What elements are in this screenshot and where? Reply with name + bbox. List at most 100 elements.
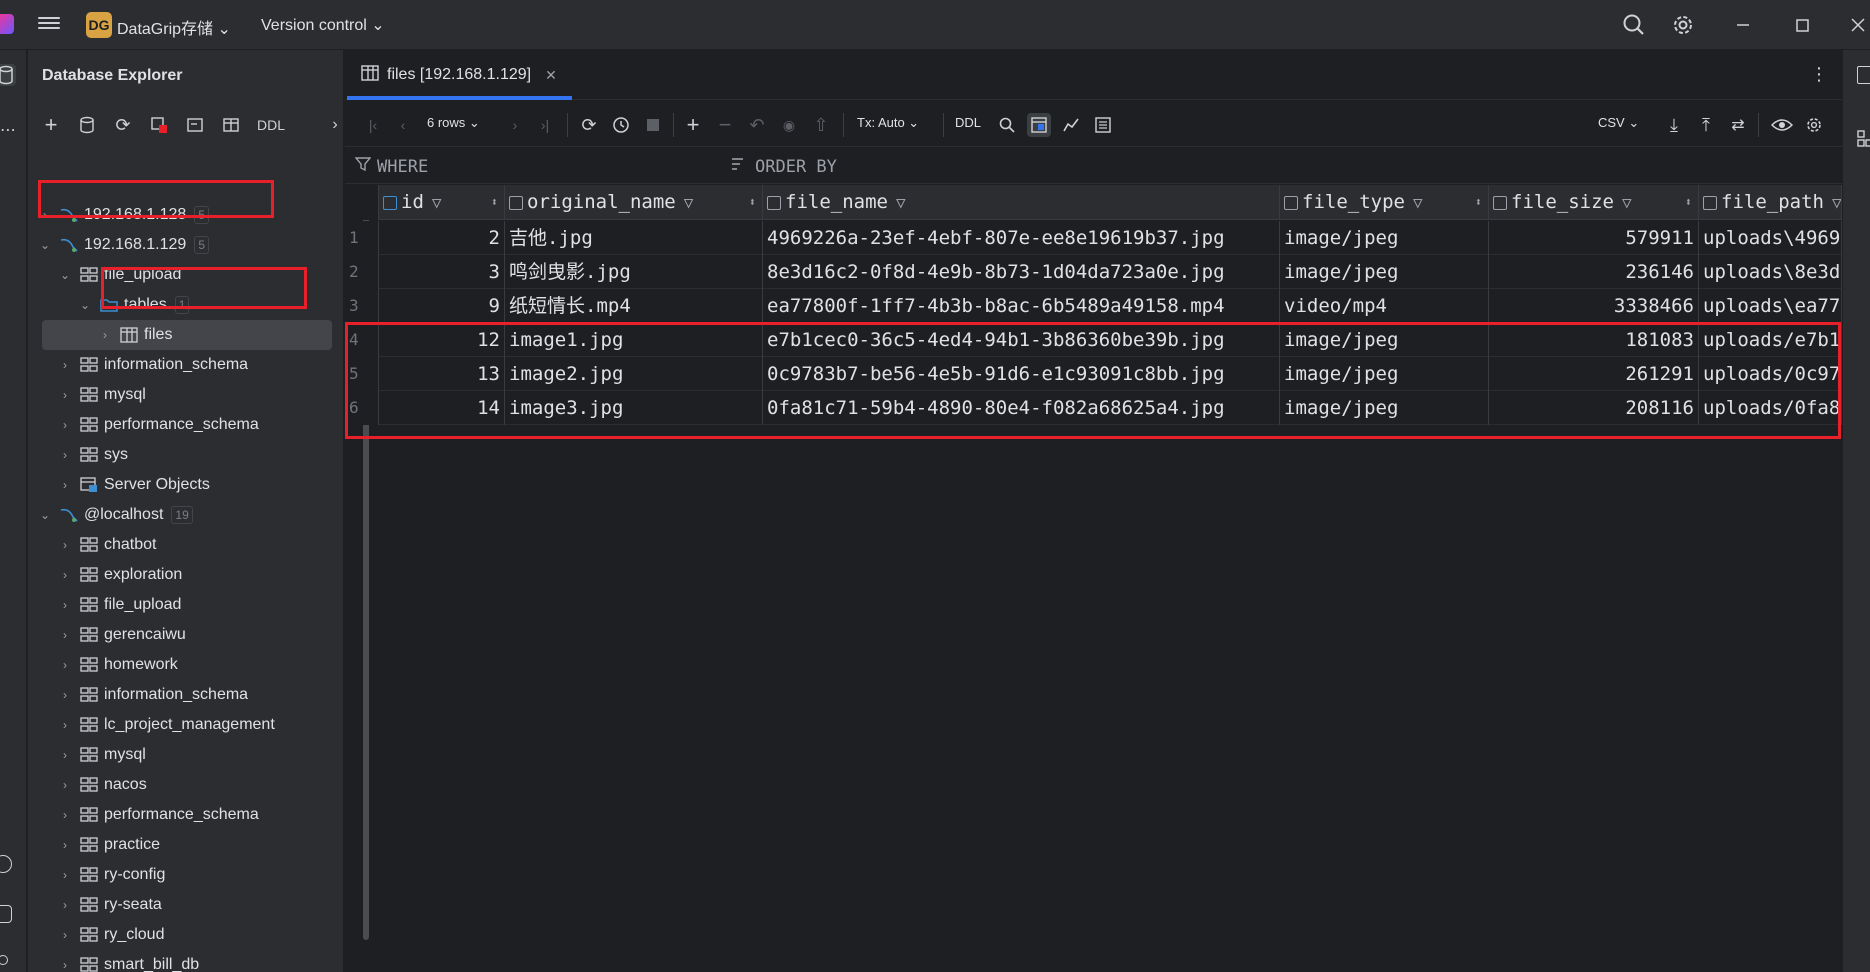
delete-row-icon[interactable]: −: [713, 112, 737, 137]
column-filter-icon[interactable]: ▽: [432, 193, 442, 212]
tree-item[interactable]: › performance_schema: [28, 410, 344, 440]
maximize-icon[interactable]: [1789, 12, 1815, 38]
tab-files[interactable]: files [192.168.1.129] ✕: [347, 50, 572, 100]
structure-icon[interactable]: [1857, 130, 1870, 148]
tree-item[interactable]: › ry-config: [28, 860, 344, 890]
ddl-button[interactable]: DDL: [254, 112, 288, 138]
table-cell-file_type[interactable]: image/jpeg: [1280, 323, 1489, 357]
project-switcher[interactable]: DataGrip存储 ⌄: [117, 15, 231, 39]
table-cell-original_name[interactable]: image3.jpg: [505, 391, 763, 425]
tree-item[interactable]: › chatbot: [28, 530, 344, 560]
table-cell-file_type[interactable]: image/jpeg: [1280, 391, 1489, 425]
table-cell-id[interactable]: 13: [379, 357, 505, 391]
tree-item[interactable]: › information_schema: [28, 350, 344, 380]
stop-icon[interactable]: [641, 113, 665, 137]
import-icon[interactable]: ⤒: [1694, 113, 1718, 137]
export-format-dropdown[interactable]: CSV ⌄: [1598, 115, 1639, 131]
tree-item[interactable]: › gerencaiwu: [28, 620, 344, 650]
tree-item[interactable]: › nacos: [28, 770, 344, 800]
chevron-right-icon[interactable]: ›: [58, 748, 72, 762]
table-editor-icon[interactable]: [218, 112, 244, 138]
column-filter-icon[interactable]: ▽: [1413, 193, 1423, 212]
close-icon[interactable]: [1845, 12, 1870, 38]
tree-item[interactable]: › information_schema: [28, 680, 344, 710]
chevron-right-icon[interactable]: ›: [58, 808, 72, 822]
tree-item[interactable]: › 192.168.1.128 5: [28, 200, 344, 230]
sort-icon[interactable]: ⬍: [1685, 185, 1692, 220]
table-cell-file_name[interactable]: 0fa81c71-59b4-4890-80e4-f082a68625a4.jpg: [763, 391, 1280, 425]
table-row[interactable]: 3 9 纸短情长.mp4 ea77800f-1ff7-4b3b-b8ac-6b5489…: [345, 289, 1842, 323]
chevron-down-icon[interactable]: ⌄: [38, 238, 52, 252]
revert-icon[interactable]: ↶: [745, 113, 769, 137]
tree-item[interactable]: › files: [42, 320, 332, 350]
table-cell-file_path[interactable]: uploads/0c97: [1699, 357, 1842, 391]
chevron-right-icon[interactable]: ›: [58, 958, 72, 972]
column-filter-icon[interactable]: ▽: [896, 193, 906, 212]
reload-icon[interactable]: ⟳: [577, 113, 601, 137]
more-tools-icon[interactable]: ⋯: [0, 120, 16, 140]
services-icon[interactable]: [0, 905, 12, 923]
preview-changes-icon[interactable]: ◉: [777, 113, 801, 137]
table-cell-file_size[interactable]: 579911: [1489, 221, 1699, 255]
export-icon[interactable]: ⤓: [1662, 113, 1686, 137]
column-header[interactable]: file_size ▽ ⬍: [1489, 185, 1699, 220]
view-options-icon[interactable]: [1770, 113, 1794, 137]
tree-item[interactable]: › sys: [28, 440, 344, 470]
table-cell-file_size[interactable]: 261291: [1489, 357, 1699, 391]
table-row[interactable]: 6 14 image3.jpg 0fa81c71-59b4-4890-80e4-f08…: [345, 391, 1842, 425]
table-cell-file_name[interactable]: e7b1cec0-36c5-4ed4-94b1-3b86360be39b.jpg: [763, 323, 1280, 357]
row-number[interactable]: 6: [345, 391, 379, 425]
git-icon[interactable]: [0, 955, 8, 965]
table-cell-file_path[interactable]: uploads\8e3d: [1699, 255, 1842, 289]
column-filter-icon[interactable]: ▽: [1832, 193, 1841, 212]
table-cell-file_type[interactable]: image/jpeg: [1280, 221, 1489, 255]
table-cell-id[interactable]: 2: [379, 221, 505, 255]
table-cell-file_name[interactable]: ea77800f-1ff7-4b3b-b8ac-6b5489a49158.mp4: [763, 289, 1280, 323]
chevron-down-icon[interactable]: ⌄: [78, 298, 92, 312]
data-source-properties-icon[interactable]: [74, 112, 100, 138]
tree-item[interactable]: ⌄ @localhost 19: [28, 500, 344, 530]
table-row[interactable]: 2 3 鸣剑曳影.jpg 8e3d16c2-0f8d-4e9b-8b73-1d04da…: [345, 255, 1842, 289]
table-cell-file_type[interactable]: video/mp4: [1280, 289, 1489, 323]
tree-item[interactable]: ⌄ 192.168.1.129 5: [28, 230, 344, 260]
value-viewer-icon[interactable]: [1027, 113, 1051, 137]
table-cell-file_name[interactable]: 0c9783b7-be56-4e5b-91d6-e1c93091c8bb.jpg: [763, 357, 1280, 391]
last-page-icon[interactable]: ›|: [533, 113, 557, 137]
chevron-right-icon[interactable]: ›: [58, 538, 72, 552]
tree-item[interactable]: › Server Objects: [28, 470, 344, 500]
table-cell-original_name[interactable]: 吉他.jpg: [505, 221, 763, 255]
settings-icon[interactable]: [1802, 113, 1826, 137]
chevron-right-icon[interactable]: ›: [58, 718, 72, 732]
chevron-right-icon[interactable]: ›: [58, 898, 72, 912]
chevron-right-icon[interactable]: ›: [58, 838, 72, 852]
table-cell-id[interactable]: 3: [379, 255, 505, 289]
history-icon[interactable]: [609, 113, 633, 137]
jump-to-console-icon[interactable]: [182, 112, 208, 138]
minimize-icon[interactable]: [1730, 12, 1756, 38]
chart-icon[interactable]: [1059, 113, 1083, 137]
chevron-right-icon[interactable]: ›: [58, 778, 72, 792]
column-filter-icon[interactable]: ▽: [684, 193, 694, 212]
table-cell-file_size[interactable]: 3338466: [1489, 289, 1699, 323]
table-cell-file_path[interactable]: uploads/e7b1: [1699, 323, 1842, 357]
project-badge[interactable]: DG: [86, 12, 112, 38]
tree-item[interactable]: › performance_schema: [28, 800, 344, 830]
chevron-right-icon[interactable]: ›: [58, 688, 72, 702]
search-icon[interactable]: [995, 113, 1019, 137]
add-icon[interactable]: +: [38, 112, 64, 138]
chevron-right-icon[interactable]: ›: [58, 628, 72, 642]
problems-icon[interactable]: [0, 855, 12, 873]
table-cell-original_name[interactable]: 鸣剑曳影.jpg: [505, 255, 763, 289]
more-options-icon[interactable]: ⋮: [1810, 64, 1828, 85]
refresh-icon[interactable]: ⟳: [110, 112, 136, 138]
tree-item[interactable]: ⌄ file_upload: [28, 260, 344, 290]
next-page-icon[interactable]: ›: [503, 113, 527, 137]
search-icon[interactable]: [1621, 12, 1647, 38]
main-menu-button[interactable]: [38, 14, 60, 34]
chevron-right-icon[interactable]: ›: [58, 658, 72, 672]
chevron-right-icon[interactable]: ›: [38, 208, 52, 222]
table-row[interactable]: 4 12 image1.jpg e7b1cec0-36c5-4ed4-94b1-3b8…: [345, 323, 1842, 357]
file-icon[interactable]: [1857, 66, 1870, 84]
transaction-mode-dropdown[interactable]: Tx: Auto ⌄: [857, 115, 919, 131]
chevron-down-icon[interactable]: ⌄: [58, 268, 72, 282]
